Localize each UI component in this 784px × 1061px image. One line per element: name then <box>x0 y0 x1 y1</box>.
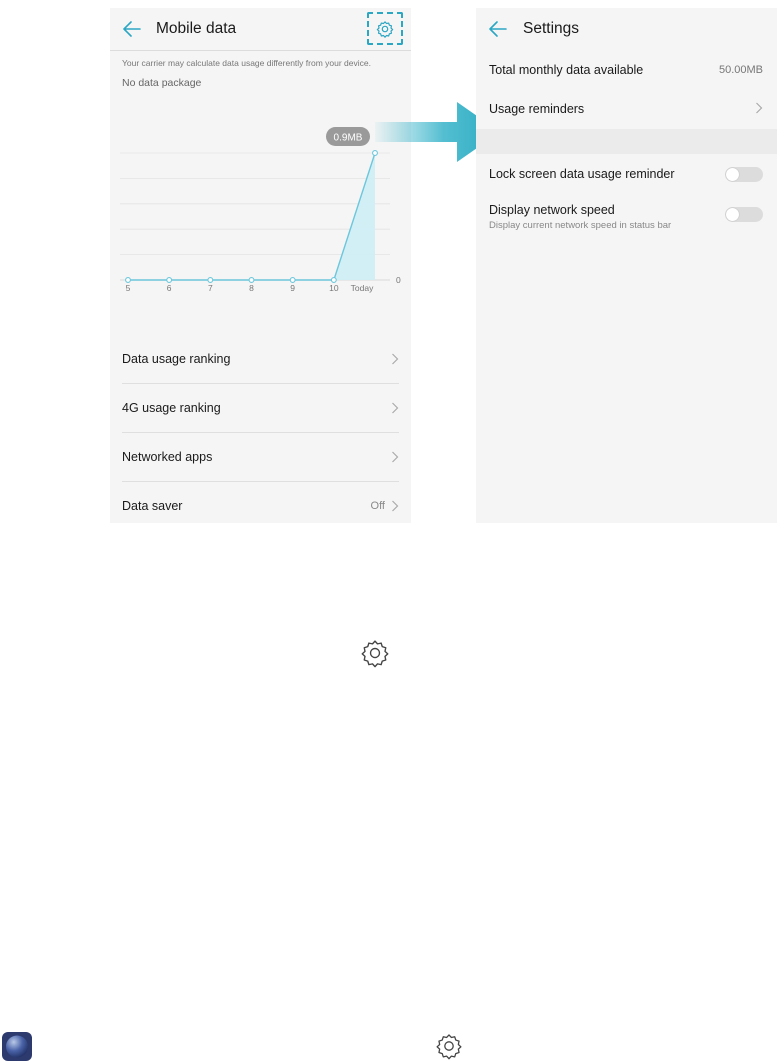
chart-series-line <box>128 152 376 281</box>
list-item-data-usage-ranking[interactable]: Data usage ranking <box>122 335 399 384</box>
chart-area <box>128 153 375 280</box>
total-monthly-data-value: 50.00MB <box>718 64 763 76</box>
usage-reminders-label: Usage reminders <box>489 102 585 116</box>
chart-point <box>166 277 173 283</box>
gear-icon <box>361 640 389 668</box>
gear-icon <box>436 1034 462 1060</box>
page-title: Mobile data <box>156 20 237 37</box>
chevron-right-icon <box>756 102 763 114</box>
chart-tick-label: Today <box>351 283 374 293</box>
chart-tick-label: 9 <box>290 283 295 293</box>
lock-screen-reminder-row: Lock screen data usage reminder <box>489 165 763 193</box>
chart-point <box>125 277 131 283</box>
chart-tick-label: 5 <box>126 283 131 293</box>
list-item-data-saver[interactable]: Data saver Off <box>122 482 399 531</box>
page-title: Settings <box>523 20 580 37</box>
settings-titlebar: Settings <box>476 8 777 50</box>
usage-reminders-row[interactable]: Usage reminders <box>489 100 763 128</box>
toggle-knob <box>726 168 739 181</box>
usage-chart: 5 6 7 8 9 10 Today 0 0.9MB <box>120 127 401 293</box>
list-item-label: Data saver <box>122 499 183 513</box>
list-item-label: Networked apps <box>122 450 213 464</box>
chart-tick-label: 6 <box>167 283 172 293</box>
chart-point <box>330 277 337 283</box>
mobile-data-screen: Mobile data Your carrier may calculate d… <box>110 8 411 523</box>
total-monthly-data-row[interactable]: Total monthly data available 50.00MB <box>489 61 763 91</box>
chart-tick-label: 8 <box>249 283 254 293</box>
toggle-knob <box>726 208 739 221</box>
display-network-speed-sub: Display current network speed in status … <box>489 220 672 231</box>
chevron-right-icon <box>392 402 399 414</box>
list-item-label: Data usage ranking <box>122 352 231 366</box>
chart-point <box>248 277 255 283</box>
settings-list: Data usage ranking 4G usage ranking Netw… <box>110 335 411 531</box>
chart-tick-label: 10 <box>329 283 339 293</box>
app-icon <box>2 1032 32 1061</box>
settings-button[interactable] <box>367 12 403 45</box>
section-divider <box>476 129 777 154</box>
list-item-networked-apps[interactable]: Networked apps <box>122 433 399 482</box>
lock-screen-reminder-label: Lock screen data usage reminder <box>489 167 675 181</box>
titlebar-divider <box>110 50 411 51</box>
list-item-4g-usage-ranking[interactable]: 4G usage ranking <box>122 384 399 433</box>
gear-icon <box>376 20 394 38</box>
data-saver-status: Off <box>370 500 385 512</box>
display-network-speed-label: Display network speed <box>489 203 615 217</box>
total-monthly-data-label: Total monthly data available <box>489 63 644 77</box>
mobile-data-titlebar: Mobile data <box>110 8 411 50</box>
chart-point <box>207 277 214 283</box>
chart-axis-label: 0 <box>396 275 401 285</box>
chart-callout-label: 0.9MB <box>334 133 363 144</box>
display-network-speed-toggle[interactable] <box>725 207 763 222</box>
list-item-label: 4G usage ranking <box>122 401 221 415</box>
chart-point <box>289 277 296 283</box>
back-arrow-icon[interactable] <box>122 20 142 38</box>
carrier-note: Your carrier may calculate data usage di… <box>122 58 371 68</box>
chevron-right-icon <box>392 500 399 512</box>
lock-screen-reminder-toggle[interactable] <box>725 167 763 182</box>
chart-tick-label: 7 <box>208 283 213 293</box>
settings-screen: Settings Total monthly data available 50… <box>476 8 777 523</box>
display-network-speed-row: Display network speed Display current ne… <box>489 201 763 237</box>
no-data-package-text: No data package <box>122 77 202 89</box>
chevron-right-icon <box>392 353 399 365</box>
chevron-right-icon <box>392 451 399 463</box>
back-arrow-icon[interactable] <box>488 20 508 38</box>
